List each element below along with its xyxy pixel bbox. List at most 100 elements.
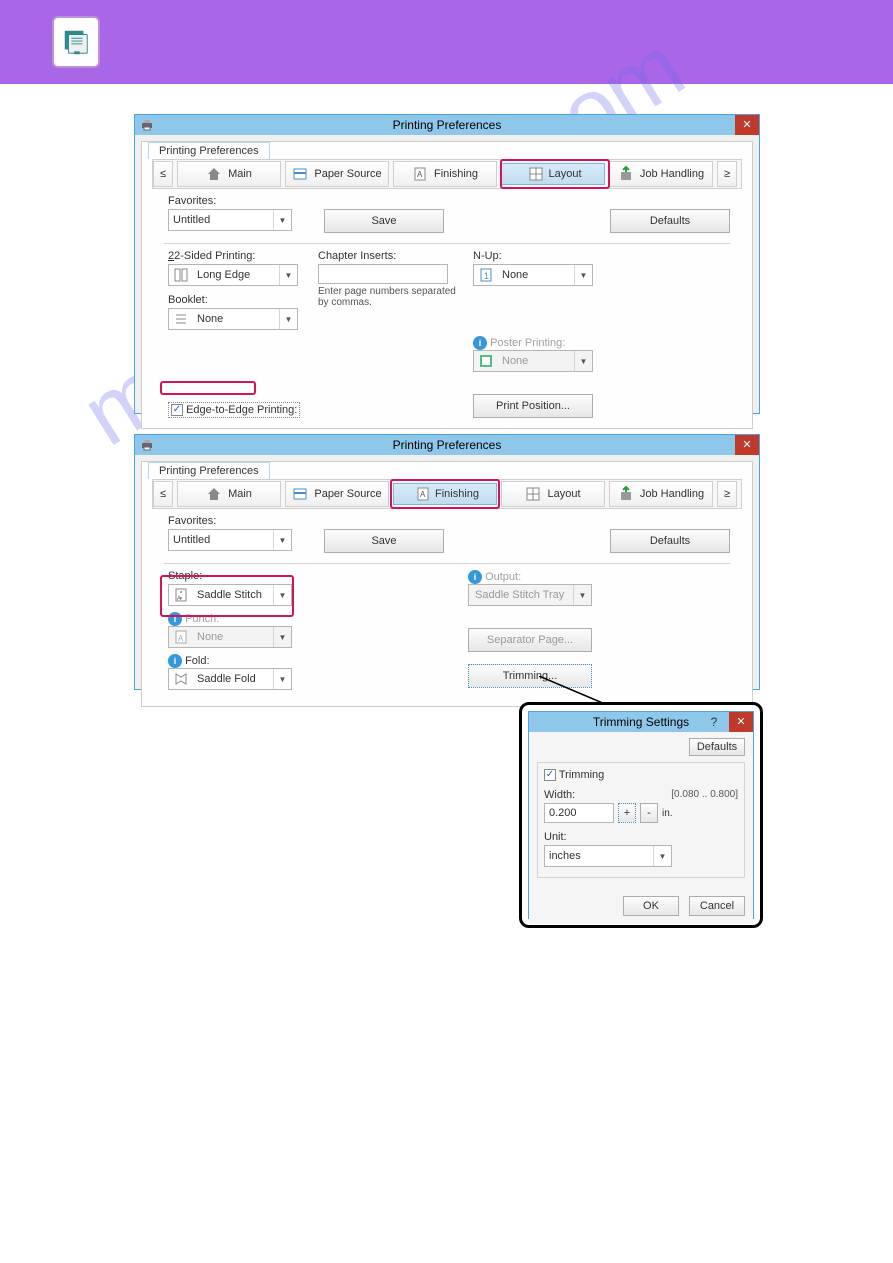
nav-paper-label: Paper Source	[314, 488, 381, 500]
svg-text:A: A	[417, 170, 423, 179]
ok-button[interactable]: OK	[623, 896, 679, 916]
finishing-icon: A	[412, 166, 428, 182]
nav-prev[interactable]: ≤	[153, 481, 173, 507]
nav-bar: ≤ Main Paper Source A Finishing Layout	[152, 479, 742, 509]
two-sided-select[interactable]: Long Edge ▼	[168, 264, 298, 286]
punch-label: Punch:	[185, 613, 219, 625]
output-select[interactable]: Saddle Stitch Tray ▼	[468, 584, 592, 606]
width-input[interactable]: 0.200	[544, 803, 614, 823]
cancel-button[interactable]: Cancel	[689, 896, 745, 916]
close-button[interactable]: ✕	[729, 712, 753, 732]
save-button[interactable]: Save	[324, 529, 444, 553]
favorites-select[interactable]: Untitled ▼	[168, 529, 292, 551]
nav-paper-label: Paper Source	[314, 168, 381, 180]
two-sided-value: Long Edge	[193, 269, 279, 281]
info-icon: i	[473, 336, 487, 350]
tab-printing-preferences[interactable]: Printing Preferences	[148, 462, 270, 479]
width-label: Width:	[544, 789, 575, 801]
tab-strip: Printing Preferences	[142, 142, 752, 159]
page-logo-svg	[61, 27, 91, 57]
chevron-down-icon: ▼	[279, 309, 297, 329]
fold-value: Saddle Fold	[193, 673, 273, 685]
nav-prev[interactable]: ≤	[153, 161, 173, 187]
window-finishing: Printing Preferences ✕ Printing Preferen…	[134, 434, 760, 690]
page-logo-icon	[52, 16, 100, 68]
save-button[interactable]: Save	[324, 209, 444, 233]
chevron-down-icon: ▼	[273, 669, 291, 689]
trimming-button[interactable]: Trimming...	[468, 664, 592, 688]
nav-finishing-label: Finishing	[434, 168, 478, 180]
nav-next[interactable]: ≥	[717, 481, 737, 507]
nav-next[interactable]: ≥	[717, 161, 737, 187]
nav-paper-source[interactable]: Paper Source	[285, 161, 389, 187]
nav-paper-source[interactable]: Paper Source	[285, 481, 389, 507]
width-unit-suffix: in.	[662, 808, 673, 819]
chapter-inserts-label: Chapter Inserts:	[318, 250, 458, 262]
popup-defaults-button[interactable]: Defaults	[689, 738, 745, 756]
booklet-select[interactable]: None ▼	[168, 308, 298, 330]
info-icon: i	[468, 570, 482, 584]
popup-titlebar: Trimming Settings ? ✕	[529, 712, 753, 732]
trimming-checkbox[interactable]: ✓ Trimming	[544, 769, 738, 781]
nav-job-handling[interactable]: Job Handling	[609, 481, 713, 507]
nup-value: None	[498, 269, 574, 281]
chapter-inserts-input[interactable]	[318, 264, 448, 284]
edge-to-edge-checkbox[interactable]: ✓ Edge-to-Edge Printing:	[168, 402, 300, 418]
defaults-button[interactable]: Defaults	[610, 209, 730, 233]
width-plus-button[interactable]: +	[618, 803, 636, 823]
poster-select[interactable]: None ▼	[473, 350, 593, 372]
layout-icon	[528, 166, 544, 182]
home-icon	[206, 486, 222, 502]
booklet-none-icon	[173, 311, 189, 327]
nav-layout[interactable]: Layout	[501, 163, 605, 185]
staple-select[interactable]: A Saddle Stitch ▼	[168, 584, 292, 606]
punch-select[interactable]: A None ▼	[168, 626, 292, 648]
defaults-button[interactable]: Defaults	[610, 529, 730, 553]
nav-finishing[interactable]: A Finishing	[393, 483, 497, 505]
unit-select[interactable]: inches ▼	[544, 845, 672, 867]
nav-finishing-label: Finishing	[435, 488, 479, 500]
fold-select[interactable]: Saddle Fold ▼	[168, 668, 292, 690]
svg-text:A: A	[177, 596, 181, 602]
printer-icon	[141, 119, 153, 131]
close-button[interactable]: ✕	[735, 115, 759, 135]
nav-finishing[interactable]: A Finishing	[393, 161, 497, 187]
page-header	[0, 0, 893, 84]
poster-value: None	[498, 355, 574, 367]
printer-icon	[141, 439, 153, 451]
trimming-cb-label: Trimming	[559, 769, 604, 781]
nav-main[interactable]: Main	[177, 161, 281, 187]
tab-printing-preferences[interactable]: Printing Preferences	[148, 142, 270, 159]
output-value: Saddle Stitch Tray	[469, 589, 573, 601]
svg-text:A: A	[420, 490, 426, 499]
width-minus-button[interactable]: -	[640, 803, 658, 823]
nup-select[interactable]: 1 None ▼	[473, 264, 593, 286]
favorites-select[interactable]: Untitled ▼	[168, 209, 292, 231]
nav-layout-label: Layout	[547, 488, 580, 500]
check-icon: ✓	[171, 404, 183, 416]
paper-tray-icon	[292, 166, 308, 182]
nav-layout-label: Layout	[548, 168, 581, 180]
staple-label: Staple:	[168, 570, 308, 582]
popup-title: Trimming Settings	[593, 715, 689, 729]
window-layout-titlebar: Printing Preferences ✕	[135, 115, 759, 135]
print-position-button[interactable]: Print Position...	[473, 394, 593, 418]
info-icon: i	[168, 654, 182, 668]
nav-layout[interactable]: Layout	[501, 481, 605, 507]
help-button[interactable]: ?	[705, 712, 723, 732]
nav-job-handling[interactable]: Job Handling	[609, 161, 713, 187]
staple-value: Saddle Stitch	[193, 589, 273, 601]
close-button[interactable]: ✕	[735, 435, 759, 455]
window-layout: Printing Preferences ✕ Printing Preferen…	[134, 114, 760, 414]
window-finishing-title: Printing Preferences	[393, 438, 502, 452]
nav-main[interactable]: Main	[177, 481, 281, 507]
svg-text:A: A	[178, 634, 184, 643]
nav-job-label: Job Handling	[640, 488, 704, 500]
window-layout-title: Printing Preferences	[393, 118, 502, 132]
poster-none-icon	[478, 353, 494, 369]
separator-page-button[interactable]: Separator Page...	[468, 628, 592, 652]
nup-1-icon: 1	[478, 267, 494, 283]
chevron-down-icon: ▼	[574, 351, 592, 371]
favorites-value: Untitled	[169, 534, 273, 546]
chevron-down-icon: ▼	[279, 265, 297, 285]
